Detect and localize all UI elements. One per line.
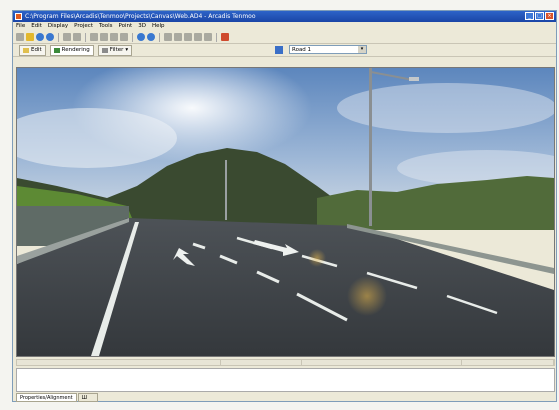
toolbar-separator	[85, 32, 86, 42]
menu-3d[interactable]: 3D	[138, 22, 146, 31]
status-row	[16, 359, 555, 366]
minimize-button[interactable]: _	[525, 12, 534, 20]
bottom-tabs: Properties/Alignment Ш	[16, 393, 98, 402]
menu-project[interactable]: Project	[74, 22, 93, 31]
distant-pole	[225, 160, 227, 220]
undo-icon[interactable]	[63, 33, 71, 41]
save-icon[interactable]	[36, 33, 44, 41]
menu-tools[interactable]: Tools	[99, 22, 113, 31]
window-title: C:\Program Files\Arcadis\Tenmoo\Projects…	[25, 13, 256, 20]
toolbar-separator	[132, 32, 133, 42]
view-select-value: Road 1	[292, 47, 312, 53]
save-all-icon[interactable]	[46, 33, 54, 41]
toolbar-separator	[216, 32, 217, 42]
globe-icon[interactable]	[137, 33, 145, 41]
window-controls: _ □ ×	[525, 12, 554, 20]
menu-file[interactable]: File	[16, 22, 25, 31]
edit-icon	[23, 47, 29, 53]
copy-icon[interactable]	[100, 33, 108, 41]
delete-icon[interactable]	[120, 33, 128, 41]
tab-rendering[interactable]: Rendering	[49, 44, 94, 56]
toolbar-separator	[159, 32, 160, 42]
lens-flare	[308, 249, 326, 267]
new-icon[interactable]	[16, 33, 24, 41]
tab-filter-label: Filter	[109, 46, 124, 53]
pan-icon[interactable]	[194, 33, 202, 41]
rendering-icon	[53, 47, 60, 53]
toolbar	[13, 31, 556, 44]
tab-secondary[interactable]: Ш	[77, 393, 98, 402]
app-icon	[15, 13, 22, 20]
lens-flare	[347, 276, 387, 316]
lamp-head	[409, 77, 419, 81]
cut-icon[interactable]	[90, 33, 98, 41]
status-cell	[221, 360, 302, 365]
tab-edit[interactable]: Edit	[19, 44, 46, 56]
view-tabs-bar: Edit Rendering Filter ▾ Road 1 ▾	[13, 44, 556, 57]
tab-filter[interactable]: Filter ▾	[97, 44, 133, 56]
road-scene	[17, 68, 554, 356]
menu-help[interactable]: Help	[152, 22, 165, 31]
open-icon[interactable]	[26, 33, 34, 41]
tool-icon[interactable]	[221, 33, 229, 41]
title-bar: C:\Program Files\Arcadis\Tenmoo\Projects…	[13, 11, 556, 22]
maximize-button[interactable]: □	[535, 12, 544, 20]
road-surface	[17, 218, 554, 356]
status-cell	[302, 360, 462, 365]
filter-icon	[101, 47, 108, 53]
render-viewport[interactable]	[16, 67, 555, 357]
menu-point[interactable]: Point	[119, 22, 133, 31]
chevron-down-icon[interactable]: ▾	[358, 46, 366, 53]
globe-alt-icon[interactable]	[147, 33, 155, 41]
menu-display[interactable]: Display	[48, 22, 68, 31]
close-button[interactable]: ×	[545, 12, 554, 20]
chevron-down-icon: ▾	[125, 46, 129, 53]
status-cell	[17, 360, 222, 365]
search-icon[interactable]	[204, 33, 212, 41]
app-window: C:\Program Files\Arcadis\Tenmoo\Projects…	[12, 10, 557, 402]
redo-icon[interactable]	[73, 33, 81, 41]
tab-edit-label: Edit	[31, 46, 42, 53]
menu-edit[interactable]: Edit	[31, 22, 42, 31]
pencil-icon[interactable]	[174, 33, 182, 41]
toolbar-separator	[58, 32, 59, 42]
tab-rendering-label: Rendering	[61, 46, 90, 53]
menu-bar: File Edit Display Project Tools Point 3D…	[13, 22, 556, 31]
tab-properties-alignment[interactable]: Properties/Alignment	[16, 393, 77, 402]
paste-icon[interactable]	[110, 33, 118, 41]
output-panel[interactable]	[16, 368, 555, 392]
zoom-icon[interactable]	[184, 33, 192, 41]
status-cell	[462, 360, 554, 365]
pointer-icon[interactable]	[164, 33, 172, 41]
lamp-post	[369, 68, 372, 226]
view-icon[interactable]	[275, 46, 283, 54]
view-select[interactable]: Road 1 ▾	[289, 45, 367, 54]
